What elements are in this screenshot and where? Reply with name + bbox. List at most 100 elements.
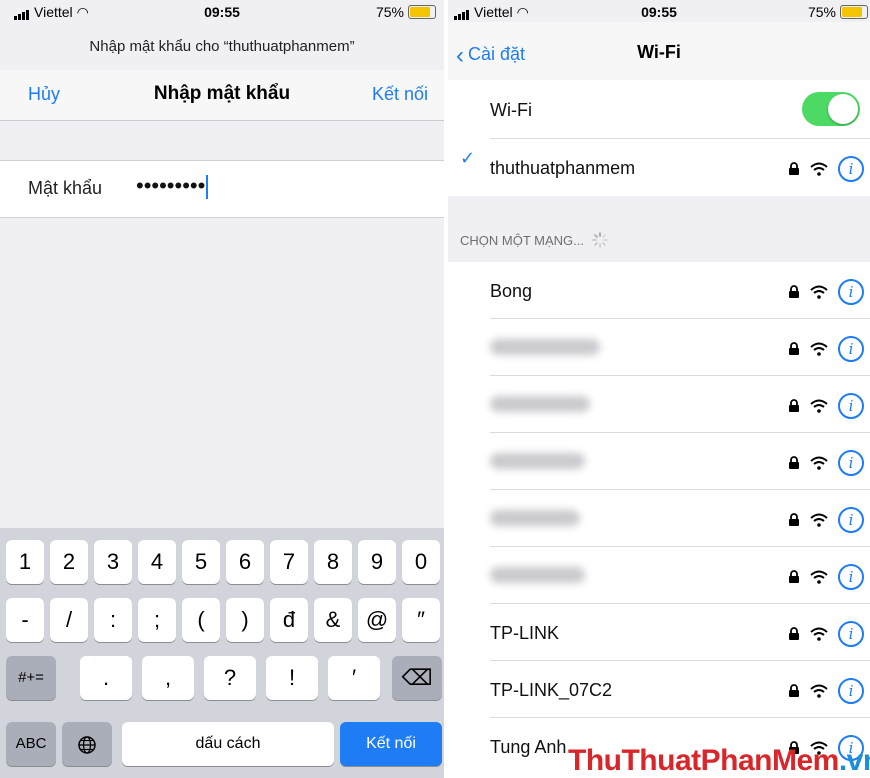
key-sym-6[interactable]: đ [270,598,308,642]
keyboard: 1 2 3 4 5 6 7 8 9 0 - /:;() đ & @ ″ #+=.,?! ′ ⌫ ABC dấu cách… [0,528,444,778]
key-sym-1[interactable]: / [50,598,88,642]
space-key[interactable]: dấu cách [122,722,334,766]
battery-percent: 75% [375,4,404,20]
lock-icon [789,570,799,583]
network-row[interactable]: i [448,376,870,433]
wifi-label: Wi-Fi [490,100,532,120]
wifi-toggle[interactable] [802,92,860,126]
key-sym-2[interactable]: : [94,598,132,642]
nav-bar: ‹ Cài đặt Wi-Fi [448,22,870,80]
blurred-network-name [490,396,590,412]
info-icon[interactable]: i [838,336,864,362]
network-name: Tung Anh [490,737,567,757]
lock-icon [789,342,799,355]
password-label: Mật khẩu [28,178,103,198]
key-4[interactable]: 5 [182,540,220,584]
wifi-signal-icon [810,627,828,641]
key-6[interactable]: 7 [270,540,308,584]
lock-icon [789,684,799,697]
checkmark-icon: ✓ [460,148,476,168]
status-bar: Viettel ◠ 09:55 75% [448,0,870,22]
network-row[interactable]: TP-LINK_07C2 i [448,661,870,718]
network-row[interactable]: i [448,433,870,490]
network-list: Bong i i i i i i TP-LINK i TP-LINK_07C2 i Tung Anh i [448,262,870,778]
lock-icon [789,399,799,412]
network-row[interactable]: Bong i [448,262,870,319]
globe-icon [78,736,96,754]
info-icon[interactable]: i [838,678,864,704]
key-9[interactable]: 0 [402,540,440,584]
wifi-signal-icon [810,456,828,470]
password-prompt: Nhập mật khẩu cho “thuthuatphanmem” [89,38,355,55]
network-row[interactable]: i [448,490,870,547]
backspace-icon: ⌫ [401,665,433,690]
lock-icon [789,627,799,640]
key-sym-8[interactable]: @ [358,598,396,642]
key-punct-0[interactable]: . [80,656,132,700]
password-entry-screen: Viettel ◠ 09:55 75% Nhập mật khẩu cho “t… [0,0,444,778]
network-row[interactable]: TP-LINK i [448,604,870,661]
text-caret [206,175,209,200]
key-sym-7[interactable]: & [314,598,352,642]
key-punct-2[interactable]: ? [204,656,256,700]
lock-icon [789,513,799,526]
battery-percent: 75% [807,4,836,20]
key-7[interactable]: 8 [314,540,352,584]
return-connect-key[interactable]: Kết nối [340,722,442,766]
globe-key[interactable] [62,722,112,766]
status-time: 09:55 [641,4,677,20]
key-3[interactable]: 4 [138,540,176,584]
key-punct-1[interactable]: , [142,656,194,700]
wifi-settings-screen: Viettel ◠ 09:55 75% ‹ Cài đặt Wi-Fi Wi-Fi… [448,0,870,778]
lock-icon [789,285,799,298]
lock-icon [789,456,799,469]
network-row[interactable]: i [448,319,870,376]
info-icon[interactable]: i [838,279,864,305]
info-icon[interactable]: i [838,564,864,590]
connected-network-name[interactable]: thuthuatphanmem [490,158,635,179]
info-icon[interactable]: i [838,507,864,533]
network-name: TP-LINK_07C2 [490,680,613,700]
wifi-group: Wi-Fi ✓ thuthuatphanmem i [448,80,870,196]
lock-icon [789,162,799,175]
key-sym-4[interactable]: ( [182,598,220,642]
status-bar: Viettel ◠ 09:55 75% [0,0,444,22]
connect-button[interactable]: Kết nối [372,84,428,105]
abc-key[interactable]: ABC [6,722,56,766]
info-icon[interactable]: i [838,450,864,476]
info-icon[interactable]: i [838,621,864,647]
key-1[interactable]: 2 [50,540,88,584]
wifi-signal-icon [810,684,828,698]
key-2[interactable]: 3 [94,540,132,584]
key-0[interactable]: 1 [6,540,44,584]
key-sym-9[interactable]: ″ [402,598,440,642]
password-row: Mật khẩu ••••••••• [0,160,444,218]
key-5[interactable]: 6 [226,540,264,584]
battery-icon [840,5,868,19]
blurred-network-name [490,567,585,583]
wifi-signal-icon [810,513,828,527]
network-name: Bong [490,281,533,301]
key-punct-3[interactable]: ! [266,656,318,700]
symbols-toggle-key[interactable]: #+= [6,656,56,700]
network-row[interactable]: i [448,547,870,604]
key-8[interactable]: 9 [358,540,396,584]
wifi-signal-icon [810,342,828,356]
key-punct-4[interactable]: ′ [328,656,380,700]
backspace-key[interactable]: ⌫ [392,656,442,700]
info-icon[interactable]: i [838,393,864,419]
blurred-network-name [490,339,600,355]
section-header: CHỌN MỘT MẠNG... [460,232,608,248]
watermark: ThuThuatPhanMem.vn [568,744,870,777]
page-title: Wi-Fi [637,42,681,62]
wifi-signal-icon [810,285,828,299]
info-icon[interactable]: i [838,156,864,182]
key-sym-3[interactable]: ; [138,598,176,642]
key-sym-0[interactable]: - [6,598,44,642]
nav-bar: Hủy Nhập mật khẩu Kết nối [0,70,444,121]
key-sym-5[interactable]: ) [226,598,264,642]
wifi-signal-icon [810,399,828,413]
password-field[interactable]: ••••••••• [136,173,209,200]
blurred-network-name [490,453,585,469]
battery-icon [408,5,436,19]
